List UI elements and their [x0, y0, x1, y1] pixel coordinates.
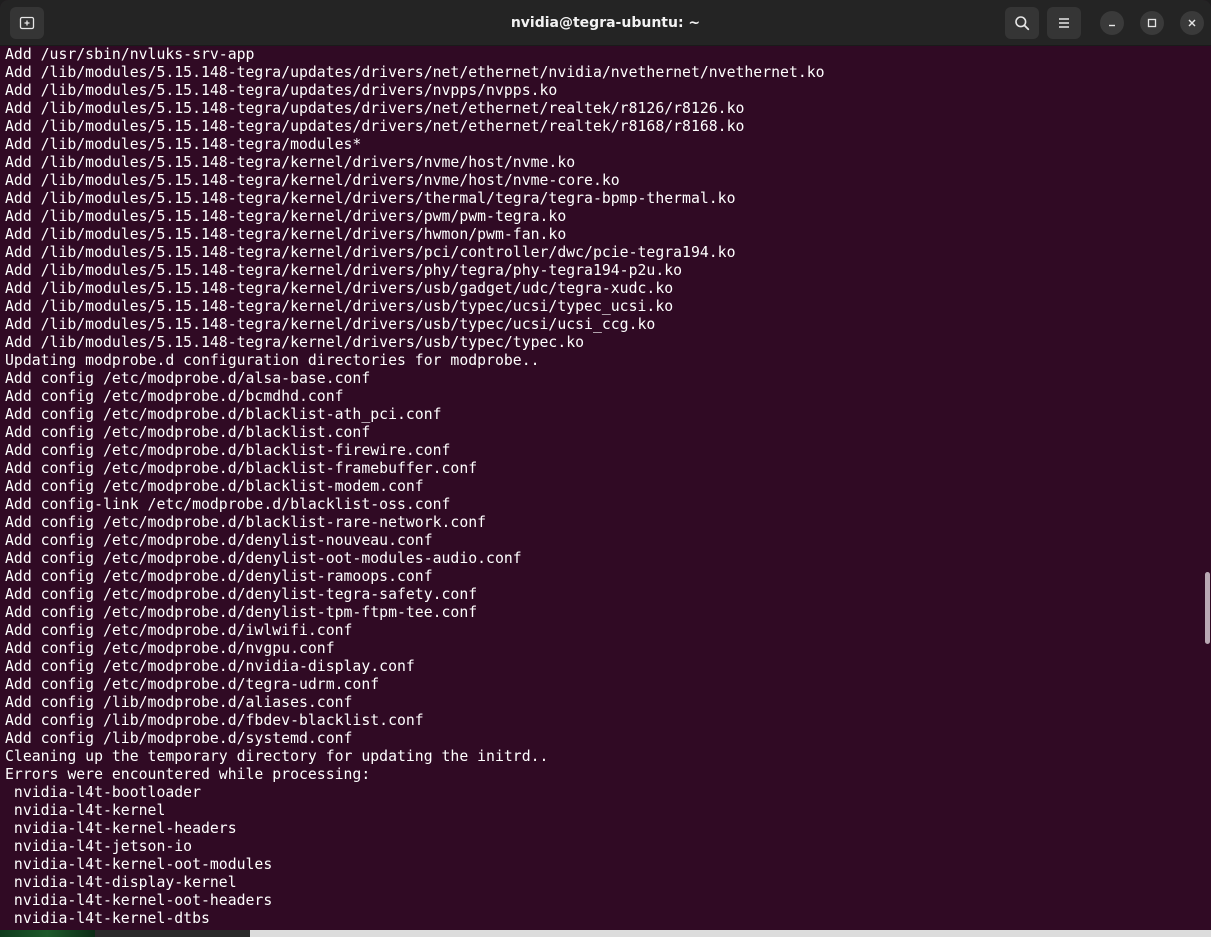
terminal-scrollbar[interactable]	[1203, 46, 1211, 930]
search-icon	[1015, 16, 1030, 31]
maximize-button[interactable]	[1140, 11, 1164, 35]
terminal-line: Add /lib/modules/5.15.148-tegra/kernel/d…	[5, 316, 656, 333]
terminal-line: Add config /etc/modprobe.d/blacklist-ath…	[5, 406, 442, 423]
terminal-line: Add config /etc/modprobe.d/blacklist-fir…	[5, 442, 451, 459]
terminal-line: Add config /etc/modprobe.d/nvidia-displa…	[5, 658, 415, 675]
terminal-line: Errors were encountered while processing…	[5, 766, 371, 783]
terminal-line: Add config /etc/modprobe.d/blacklist-fra…	[5, 460, 478, 477]
terminal-line: Add /lib/modules/5.15.148-tegra/kernel/d…	[5, 208, 567, 225]
terminal-line: Add config /etc/modprobe.d/denylist-tpm-…	[5, 604, 478, 621]
terminal-line: Add config /lib/modprobe.d/systemd.conf	[5, 730, 353, 747]
terminal-line: Add config /etc/modprobe.d/bcmdhd.conf	[5, 388, 344, 405]
terminal-line: Add config-link /etc/modprobe.d/blacklis…	[5, 496, 451, 513]
close-icon	[1188, 19, 1196, 27]
terminal-line: Add config /etc/modprobe.d/iwlwifi.conf	[5, 622, 353, 639]
terminal-window: nvidia@tegra-ubuntu: ~ Add /usr/sbin/nvl…	[0, 0, 1211, 937]
terminal-line: nvidia-l4t-kernel-dtbs	[5, 910, 210, 927]
terminal-line: Add config /etc/modprobe.d/blacklist-mod…	[5, 478, 424, 495]
new-tab-icon	[19, 16, 35, 30]
terminal-line: Add /lib/modules/5.15.148-tegra/kernel/d…	[5, 172, 620, 189]
new-tab-button[interactable]	[10, 7, 44, 39]
terminal-line: Add config /lib/modprobe.d/fbdev-blackli…	[5, 712, 424, 729]
desktop-background-strip	[0, 930, 1211, 937]
terminal-line: Add /lib/modules/5.15.148-tegra/kernel/d…	[5, 154, 576, 171]
terminal-line: Add /lib/modules/5.15.148-tegra/kernel/d…	[5, 298, 674, 315]
desktop-wallpaper-edge	[0, 930, 95, 937]
terminal-line: Add /lib/modules/5.15.148-tegra/updates/…	[5, 100, 745, 117]
terminal-line: Add config /etc/modprobe.d/denylist-ramo…	[5, 568, 433, 585]
terminal-text: Add /usr/sbin/nvluks-srv-app Add /lib/mod…	[0, 46, 1211, 928]
terminal-line: Add /lib/modules/5.15.148-tegra/kernel/d…	[5, 262, 683, 279]
terminal-line: Add config /etc/modprobe.d/nvgpu.conf	[5, 640, 335, 657]
terminal-line: Add config /etc/modprobe.d/alsa-base.con…	[5, 370, 371, 387]
terminal-line: Add /lib/modules/5.15.148-tegra/kernel/d…	[5, 334, 585, 351]
terminal-output[interactable]: Add /usr/sbin/nvluks-srv-app Add /lib/mod…	[0, 46, 1211, 930]
terminal-line: Add config /etc/modprobe.d/denylist-oot-…	[5, 550, 522, 567]
terminal-line: Add config /etc/modprobe.d/blacklist-rar…	[5, 514, 487, 531]
title-bar[interactable]: nvidia@tegra-ubuntu: ~	[0, 0, 1211, 46]
minimize-icon	[1109, 24, 1115, 27]
menu-button[interactable]	[1047, 7, 1081, 39]
terminal-line: Add /lib/modules/5.15.148-tegra/updates/…	[5, 82, 558, 99]
terminal-line: nvidia-l4t-display-kernel	[5, 874, 237, 891]
terminal-line: Add /lib/modules/5.15.148-tegra/kernel/d…	[5, 244, 736, 261]
terminal-line: nvidia-l4t-jetson-io	[5, 838, 193, 855]
terminal-line: Add /lib/modules/5.15.148-tegra/updates/…	[5, 118, 745, 135]
terminal-line: Add config /etc/modprobe.d/denylist-tegr…	[5, 586, 478, 603]
terminal-line: Add config /etc/modprobe.d/blacklist.con…	[5, 424, 371, 441]
terminal-line: Add /lib/modules/5.15.148-tegra/updates/…	[5, 64, 825, 81]
search-button[interactable]	[1005, 7, 1039, 39]
terminal-line: Add config /etc/modprobe.d/tegra-udrm.co…	[5, 676, 380, 693]
terminal-line: nvidia-l4t-kernel-oot-headers	[5, 892, 273, 909]
close-button[interactable]	[1180, 11, 1204, 35]
terminal-line: nvidia-l4t-kernel-oot-modules	[5, 856, 273, 873]
terminal-line: Add /usr/sbin/nvluks-srv-app	[5, 46, 255, 63]
terminal-line: Add /lib/modules/5.15.148-tegra/kernel/d…	[5, 280, 674, 297]
terminal-line: Add /lib/modules/5.15.148-tegra/kernel/d…	[5, 190, 736, 207]
terminal-line: Updating modprobe.d configuration direct…	[5, 352, 540, 369]
background-window-edge	[250, 930, 1211, 937]
terminal-line: nvidia-l4t-bootloader	[5, 784, 201, 801]
scrollbar-thumb[interactable]	[1205, 572, 1210, 644]
terminal-line: nvidia-l4t-kernel	[5, 802, 166, 819]
terminal-line: Add config /etc/modprobe.d/denylist-nouv…	[5, 532, 433, 549]
maximize-icon	[1147, 18, 1157, 28]
terminal-line: Cleaning up the temporary directory for …	[5, 748, 549, 765]
terminal-line: Add /lib/modules/5.15.148-tegra/kernel/d…	[5, 226, 567, 243]
terminal-line: nvidia-l4t-kernel-headers	[5, 820, 237, 837]
hamburger-menu-icon	[1059, 18, 1069, 28]
minimize-button[interactable]	[1100, 11, 1124, 35]
terminal-line: Add /lib/modules/5.15.148-tegra/modules*	[5, 136, 362, 153]
terminal-line: Add config /lib/modprobe.d/aliases.conf	[5, 694, 353, 711]
